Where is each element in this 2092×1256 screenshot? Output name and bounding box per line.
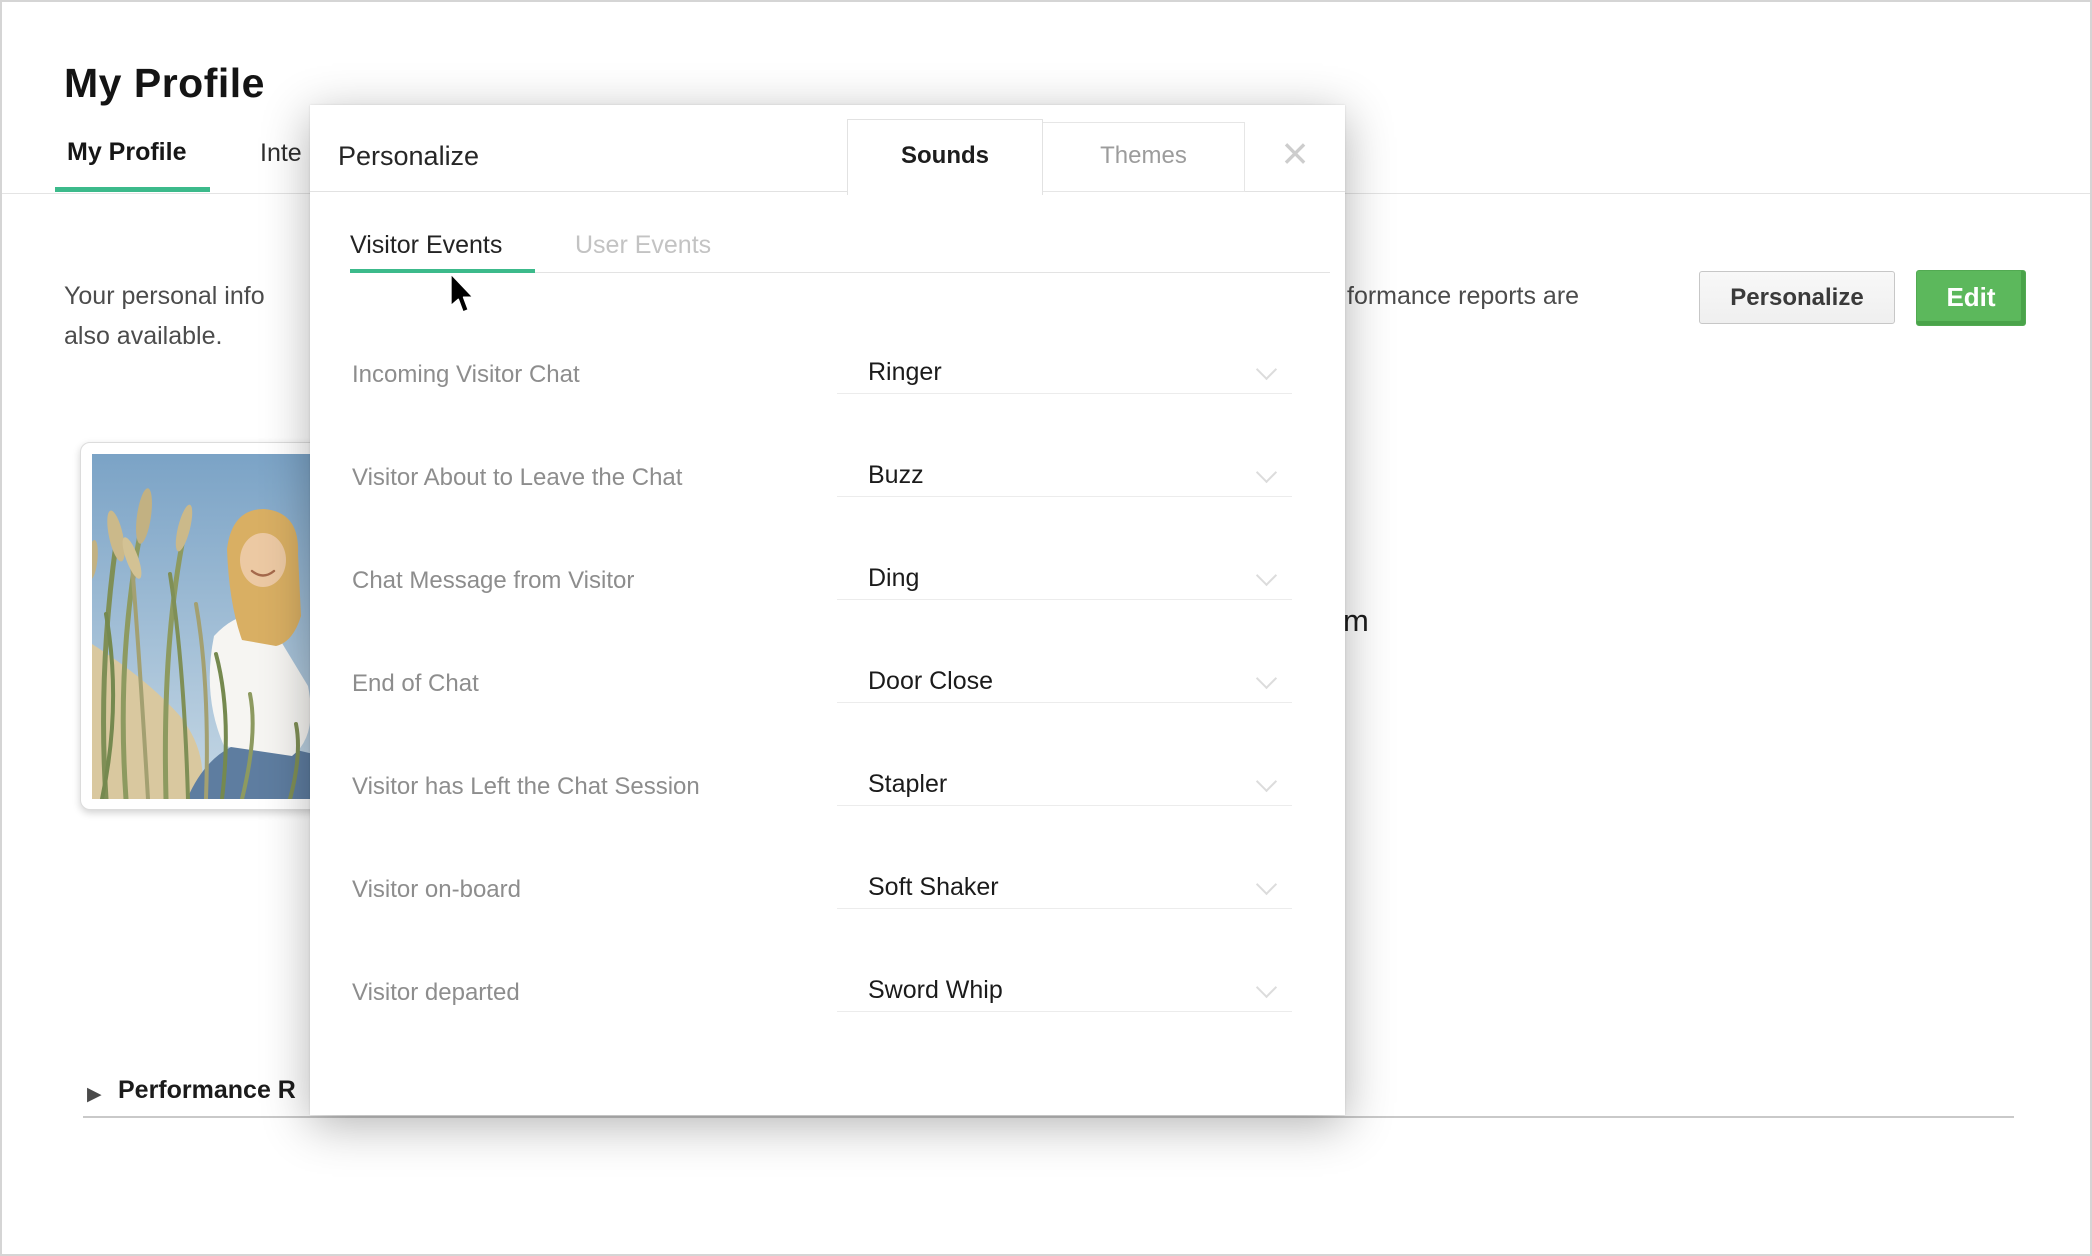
- covered-text-fragment: m: [1343, 603, 1369, 639]
- tab-themes[interactable]: Themes: [1042, 122, 1245, 192]
- event-tabs-divider: [535, 272, 1330, 273]
- modal-title: Personalize: [338, 141, 479, 172]
- bottom-divider: [83, 1116, 2014, 1118]
- chevron-down-icon: [1256, 771, 1277, 792]
- chevron-down-icon: [1256, 668, 1277, 689]
- chevron-down-icon: [1256, 565, 1277, 586]
- personalize-modal: Personalize Sounds Themes × Visitor Even…: [310, 105, 1345, 1115]
- selected-sound: Soft Shaker: [868, 870, 999, 904]
- sound-select-visitor-departed[interactable]: Sword Whip: [837, 973, 1292, 1012]
- sound-select-visitor-about-to-leave[interactable]: Buzz: [837, 458, 1292, 497]
- sound-row: Visitor departed Sword Whip: [352, 973, 1302, 1013]
- chevron-down-icon: [1256, 977, 1277, 998]
- tab-user-events[interactable]: User Events: [575, 231, 711, 260]
- sound-event-label: Incoming Visitor Chat: [352, 355, 580, 395]
- profile-photo-image: [92, 454, 329, 799]
- intro-text-right: formance reports are: [1347, 282, 1579, 311]
- selected-sound: Buzz: [868, 458, 924, 492]
- chevron-down-icon: [1256, 874, 1277, 895]
- sound-event-label: Visitor has Left the Chat Session: [352, 767, 700, 807]
- tab-integrations-partial[interactable]: Inte: [260, 139, 302, 168]
- sound-row: Incoming Visitor Chat Ringer: [352, 355, 1302, 395]
- edit-button[interactable]: Edit: [1916, 270, 2026, 326]
- sound-row: Chat Message from Visitor Ding: [352, 561, 1302, 601]
- selected-sound: Ringer: [868, 355, 942, 389]
- disclosure-triangle-icon: ▶: [87, 1083, 102, 1106]
- sound-select-end-of-chat[interactable]: Door Close: [837, 664, 1292, 703]
- close-icon[interactable]: ×: [1272, 129, 1318, 181]
- profile-photo: [80, 442, 340, 810]
- personalize-button[interactable]: Personalize: [1699, 271, 1895, 324]
- selected-sound: Door Close: [868, 664, 993, 698]
- intro-text-line2: also available.: [64, 322, 222, 351]
- sound-event-label: End of Chat: [352, 664, 479, 704]
- intro-text-left: Your personal info: [64, 282, 265, 311]
- sound-event-label: Visitor About to Leave the Chat: [352, 458, 682, 498]
- tab-my-profile[interactable]: My Profile: [67, 138, 186, 167]
- sound-event-label: Visitor departed: [352, 973, 520, 1013]
- visitor-events-underline: [350, 269, 535, 273]
- sound-row: End of Chat Door Close: [352, 664, 1302, 704]
- tab-visitor-events[interactable]: Visitor Events: [350, 231, 502, 260]
- my-profile-page: My Profile My Profile Inte Your personal…: [0, 0, 2092, 1256]
- sound-event-label: Chat Message from Visitor: [352, 561, 634, 601]
- selected-sound: Sword Whip: [868, 973, 1003, 1007]
- chevron-down-icon: [1256, 462, 1277, 483]
- selected-sound: Stapler: [868, 767, 947, 801]
- performance-section-label: Performance R: [118, 1076, 296, 1105]
- sound-row: Visitor has Left the Chat Session Staple…: [352, 767, 1302, 807]
- chevron-down-icon: [1256, 359, 1277, 380]
- sound-select-visitor-on-board[interactable]: Soft Shaker: [837, 870, 1292, 909]
- selected-sound: Ding: [868, 561, 919, 595]
- sound-row: Visitor on-board Soft Shaker: [352, 870, 1302, 910]
- sound-event-label: Visitor on-board: [352, 870, 521, 910]
- sound-select-chat-message-from-visitor[interactable]: Ding: [837, 561, 1292, 600]
- sound-row: Visitor About to Leave the Chat Buzz: [352, 458, 1302, 498]
- tab-sounds[interactable]: Sounds: [847, 119, 1043, 195]
- sound-select-visitor-left-session[interactable]: Stapler: [837, 767, 1292, 806]
- page-title: My Profile: [64, 60, 265, 107]
- sound-select-incoming-visitor-chat[interactable]: Ringer: [837, 355, 1292, 394]
- active-tab-underline: [55, 187, 210, 192]
